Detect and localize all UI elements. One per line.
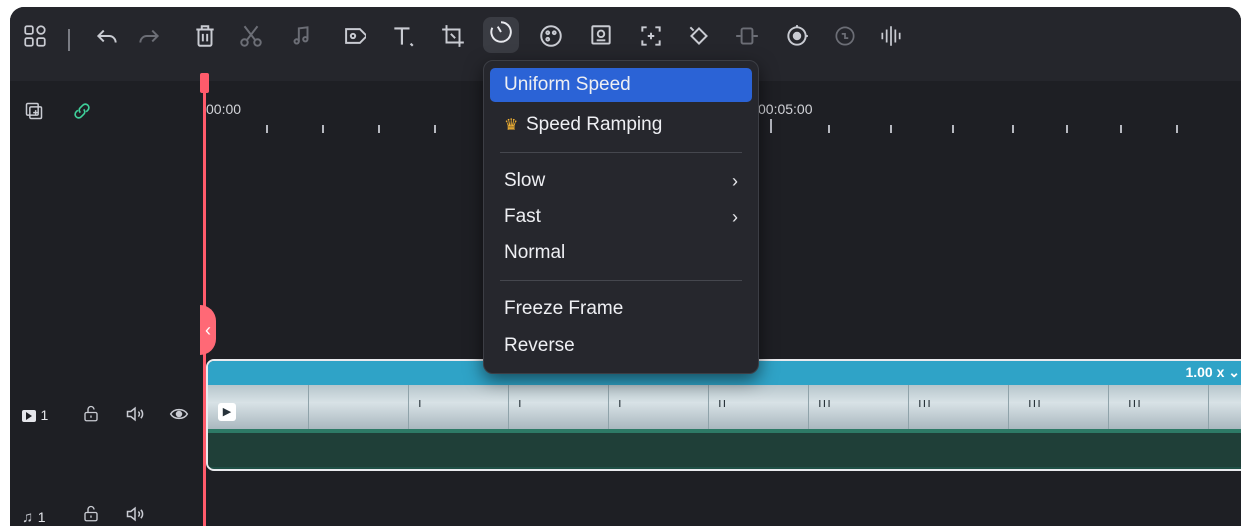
chevron-right-icon: › xyxy=(732,207,738,227)
thumbnail-figure: ı xyxy=(418,395,423,410)
delete-icon[interactable] xyxy=(190,21,220,51)
audio-waveform-line xyxy=(208,429,1241,433)
ruler-tick xyxy=(952,125,954,133)
thumbnail-frame xyxy=(308,385,409,429)
redo-icon[interactable] xyxy=(134,21,164,51)
thumbnail-figure: ıı xyxy=(718,395,728,410)
audio-wave-icon[interactable] xyxy=(876,21,906,51)
ruler-tick xyxy=(1066,125,1068,133)
thumbnail-frame xyxy=(608,385,709,429)
speed-dropdown-menu: Uniform Speed ♛ Speed Ramping Slow › Fast… xyxy=(483,60,759,374)
undo-icon[interactable] xyxy=(92,21,122,51)
crop-icon[interactable] xyxy=(438,21,468,51)
menu-item-fast[interactable]: Fast › xyxy=(490,200,752,234)
ruler-time-start: 00:00 xyxy=(206,101,242,117)
text-icon[interactable] xyxy=(388,21,418,51)
toolbar-divider xyxy=(68,29,70,51)
ruler-tick-major xyxy=(770,119,772,133)
thumbnail-frame xyxy=(1108,385,1209,429)
video-track-icon xyxy=(22,409,36,422)
chevron-right-icon: › xyxy=(732,171,738,191)
audio-track-label: ♫ 1 xyxy=(22,509,46,526)
color-icon[interactable] xyxy=(536,21,566,51)
add-track-icon[interactable] xyxy=(24,101,44,126)
audio-icon[interactable] xyxy=(286,21,316,51)
ruler-tick xyxy=(378,125,380,133)
playhead-line[interactable] xyxy=(203,73,206,526)
playhead-handle[interactable] xyxy=(200,73,209,93)
cut-icon[interactable] xyxy=(236,21,266,51)
stabilize-icon[interactable] xyxy=(636,21,666,51)
menu-item-freeze-frame[interactable]: Freeze Frame xyxy=(490,292,752,326)
lock-icon[interactable] xyxy=(82,404,100,429)
thumbnail-figure: ııı xyxy=(1028,395,1042,410)
keyframe-icon[interactable] xyxy=(684,21,714,51)
menu-item-label: Slow xyxy=(504,170,546,191)
music-note-icon: ♫ xyxy=(22,509,34,526)
clip-type-icon: ▶ xyxy=(218,403,236,421)
ruler-tick xyxy=(266,125,268,133)
tag-icon[interactable] xyxy=(338,21,369,51)
video-clip[interactable]: 1.00 x ⌄ ı ı ı ıı ııı ııı ııı ııı ▶ xyxy=(206,359,1241,471)
menu-item-normal[interactable]: Normal xyxy=(490,236,752,270)
ruler-tick xyxy=(1120,125,1122,133)
eye-icon[interactable] xyxy=(168,404,190,429)
audio-lock-icon[interactable] xyxy=(82,504,100,526)
thumbnail-figure: ııı xyxy=(1128,395,1142,410)
clip-speed-label[interactable]: 1.00 x ⌄ xyxy=(1185,364,1240,381)
auto-reframe-icon[interactable] xyxy=(830,21,860,51)
thumbnail-frame xyxy=(408,385,509,429)
menu-item-label: Fast xyxy=(504,206,541,227)
clip-audio-strip xyxy=(208,429,1241,467)
audio-track-number: 1 xyxy=(37,509,46,525)
thumbnail-figure: ı xyxy=(518,395,523,410)
video-track-label: 1 xyxy=(22,407,48,425)
menu-item-label: Freeze Frame xyxy=(504,298,624,319)
menu-item-reverse[interactable]: Reverse xyxy=(490,329,752,363)
ruler-tick xyxy=(828,125,830,133)
thumbnail-figure: ııı xyxy=(918,395,932,410)
thumbnail-figure: ı xyxy=(618,395,623,410)
playhead-knob[interactable]: ‹ xyxy=(200,305,216,355)
layout-icon[interactable] xyxy=(20,21,50,51)
menu-item-label: Reverse xyxy=(504,335,575,356)
ai-icon[interactable] xyxy=(782,21,812,51)
ruler-tick xyxy=(434,125,436,133)
ruler-time-mid: 00:05:00 xyxy=(758,101,813,117)
ruler-tick xyxy=(890,125,892,133)
video-track-number: 1 xyxy=(40,407,49,423)
editor-window: 1 ♫ 1 00:00 00:05:00 1.00 x ⌄ ı ı ı ıı ı… xyxy=(10,7,1241,526)
thumbnail-frame xyxy=(1008,385,1109,429)
menu-item-label: Uniform Speed xyxy=(504,74,631,95)
thumbnail-figure: ııı xyxy=(818,395,832,410)
link-icon[interactable] xyxy=(72,101,92,126)
menu-divider xyxy=(500,152,742,153)
speaker-icon[interactable] xyxy=(124,404,146,429)
menu-item-speed-ramping[interactable]: ♛ Speed Ramping xyxy=(490,108,752,142)
track-header-panel: 1 ♫ 1 xyxy=(10,81,204,526)
ruler-tick xyxy=(1012,125,1014,133)
menu-item-slow[interactable]: Slow › xyxy=(490,164,752,198)
audio-speaker-icon[interactable] xyxy=(124,504,146,526)
ruler-tick xyxy=(1176,125,1178,133)
menu-item-uniform-speed[interactable]: Uniform Speed xyxy=(490,68,752,102)
green-screen-icon[interactable] xyxy=(732,21,762,51)
crown-icon: ♛ xyxy=(504,117,519,134)
ruler-tick xyxy=(322,125,324,133)
menu-item-label: Normal xyxy=(504,242,566,263)
mask-icon[interactable] xyxy=(586,21,616,51)
menu-divider xyxy=(500,280,742,281)
speed-icon[interactable] xyxy=(483,17,519,53)
thumbnail-frame xyxy=(508,385,609,429)
menu-item-label: Speed Ramping xyxy=(526,114,663,135)
